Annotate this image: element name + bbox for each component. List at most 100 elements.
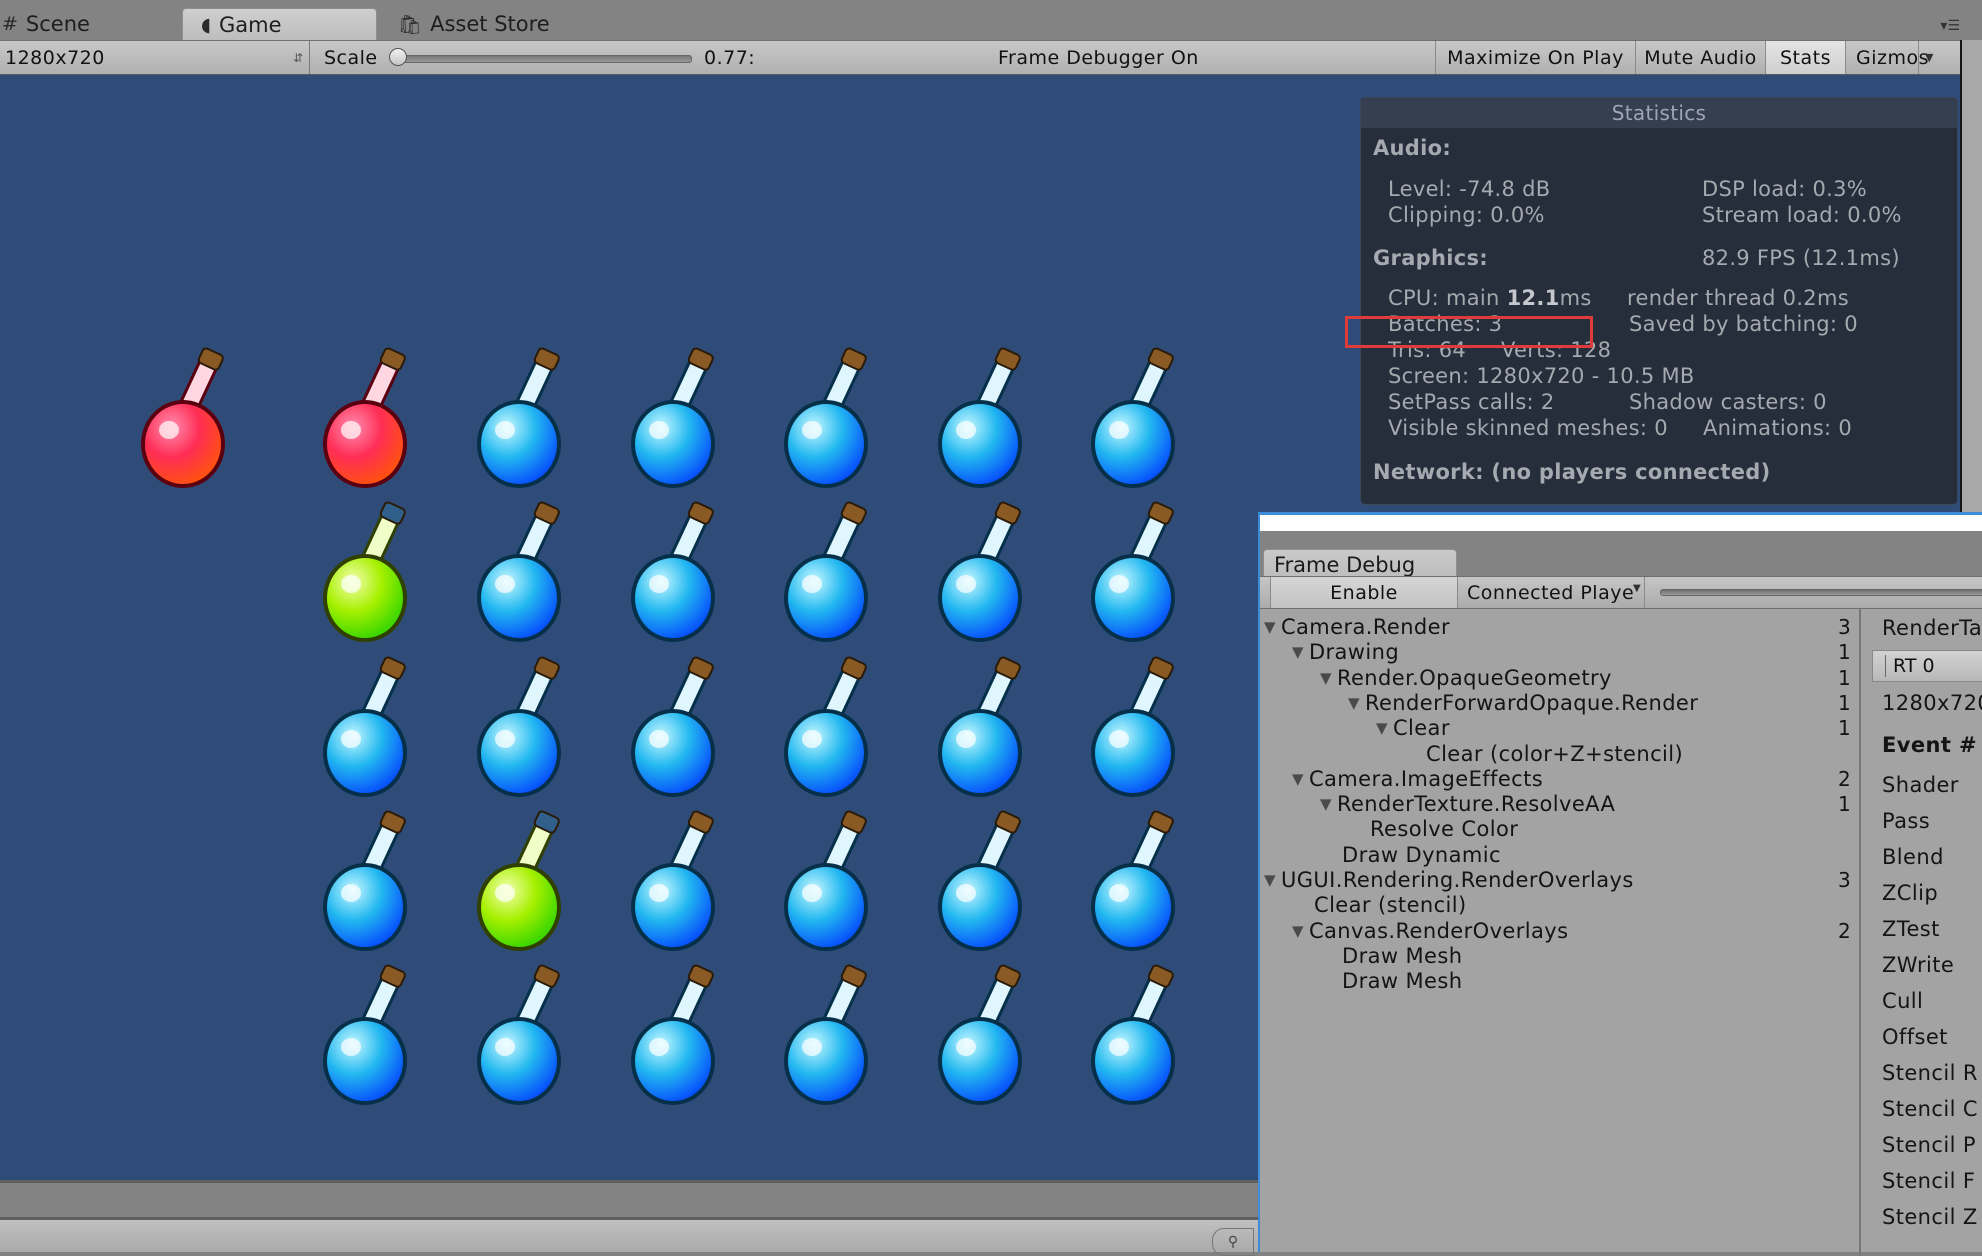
render-target-label: RenderTa xyxy=(1882,616,1982,640)
expand-triangle-icon[interactable]: ▼ xyxy=(1320,669,1332,687)
expand-triangle-icon[interactable]: ▼ xyxy=(1292,770,1304,788)
expand-triangle-icon[interactable]: ▼ xyxy=(1292,922,1304,940)
event-number: Event # xyxy=(1882,733,1977,757)
tree-item-label: Draw Mesh xyxy=(1342,969,1463,994)
tree-item-count: 3 xyxy=(1838,868,1851,892)
potion-blue[interactable] xyxy=(467,496,577,646)
stream-load: Stream load: 0.0% xyxy=(1702,203,1902,227)
potion-blue[interactable] xyxy=(1081,651,1191,801)
expand-triangle-icon[interactable]: ▼ xyxy=(1376,719,1388,737)
tree-item[interactable]: Draw Mesh xyxy=(1342,965,1462,997)
tab-asset-store-label: Asset Store xyxy=(430,12,550,36)
dsp-load: DSP load: 0.3% xyxy=(1702,177,1868,201)
potion-blue[interactable] xyxy=(774,651,884,801)
scrollbar[interactable] xyxy=(1960,40,1982,512)
potion-blue[interactable] xyxy=(774,959,884,1109)
potion-blue[interactable] xyxy=(1081,342,1191,492)
panel-menu-icon[interactable]: ▾☰ xyxy=(1940,18,1960,34)
shadow-casters: Shadow casters: 0 xyxy=(1629,390,1827,414)
potion-blue[interactable] xyxy=(1081,496,1191,646)
cpu-suffix: ms xyxy=(1559,286,1592,310)
property-label: Offset xyxy=(1882,1025,1948,1049)
cpu-main: CPU: main 12.1ms xyxy=(1388,286,1592,310)
expand-triangle-icon[interactable]: ▼ xyxy=(1264,618,1276,636)
stats-toggle[interactable]: Stats xyxy=(1765,41,1845,74)
gizmos-dropdown-arrow-icon[interactable]: ▼ xyxy=(1918,41,1940,74)
property-label: ZTest xyxy=(1882,917,1940,941)
scale-slider-thumb[interactable] xyxy=(389,48,407,66)
potion-blue[interactable] xyxy=(467,959,577,1109)
dropdown-arrow-icon: ▼ xyxy=(1633,583,1641,594)
expand-triangle-icon[interactable]: ▼ xyxy=(1264,871,1276,889)
potion-blue[interactable] xyxy=(774,496,884,646)
property-label: Stencil P xyxy=(1882,1133,1976,1157)
property-label: Pass xyxy=(1882,809,1931,833)
cpu-prefix: CPU: main xyxy=(1388,286,1507,310)
fps-readout: 82.9 FPS (12.1ms) xyxy=(1702,246,1900,270)
network-status: Network: (no players connected) xyxy=(1373,460,1771,484)
potion-blue[interactable] xyxy=(621,959,731,1109)
saved-by-batching: Saved by batching: 0 xyxy=(1629,312,1858,336)
editor-tab-bar: # Scene ◖ Game 🛍 Asset Store ▾☰ xyxy=(0,0,1982,40)
pacman-icon: ◖ xyxy=(201,13,212,36)
tab-asset-store[interactable]: 🛍 Asset Store xyxy=(398,8,628,40)
expand-triangle-icon[interactable]: ▼ xyxy=(1320,795,1332,813)
property-label: Cull xyxy=(1882,989,1924,1013)
potion-blue[interactable] xyxy=(928,651,1038,801)
potion-blue[interactable] xyxy=(467,342,577,492)
tab-game-label: Game xyxy=(219,12,282,37)
tab-scene[interactable]: # Scene xyxy=(0,8,162,40)
potion-red[interactable] xyxy=(131,342,241,492)
potion-blue[interactable] xyxy=(313,805,423,955)
potion-blue[interactable] xyxy=(928,805,1038,955)
resolution-dropdown[interactable]: 1280x720 xyxy=(5,41,105,74)
tree-item-count: 2 xyxy=(1838,918,1851,943)
statistics-panel: Statistics Audio: Level: -74.8 dB DSP lo… xyxy=(1360,97,1958,505)
potion-blue[interactable] xyxy=(621,342,731,492)
window-title-strip xyxy=(1260,515,1982,531)
expand-triangle-icon[interactable]: ▼ xyxy=(1292,643,1304,661)
potion-green[interactable] xyxy=(313,496,423,646)
scale-value: 0.77: xyxy=(704,46,756,69)
potion-blue[interactable] xyxy=(928,342,1038,492)
potion-blue[interactable] xyxy=(621,805,731,955)
frame-debug-window: Frame Debug Enable Connected Playe ▼ ▼ Ca… xyxy=(1258,512,1982,1255)
potion-blue[interactable] xyxy=(621,651,731,801)
property-label: Stencil F xyxy=(1882,1169,1976,1193)
tree-item-count: 1 xyxy=(1838,792,1851,817)
potion-blue[interactable] xyxy=(467,651,577,801)
rt-selector-button[interactable]: RT 0 xyxy=(1872,650,1982,682)
skinned-meshes: Visible skinned meshes: 0 xyxy=(1388,416,1668,440)
tab-frame-debug[interactable]: Frame Debug xyxy=(1263,549,1457,579)
cpu-main-value: 12.1 xyxy=(1506,286,1560,310)
potion-blue[interactable] xyxy=(928,496,1038,646)
batches-highlight-annotation xyxy=(1345,316,1593,348)
panel-splitter[interactable] xyxy=(1859,609,1861,1255)
potion-blue[interactable] xyxy=(621,496,731,646)
potion-blue[interactable] xyxy=(774,342,884,492)
event-slider[interactable] xyxy=(1660,589,1982,596)
potion-blue[interactable] xyxy=(928,959,1038,1109)
property-label: Stencil R xyxy=(1882,1061,1978,1085)
potion-blue[interactable] xyxy=(774,805,884,955)
scale-slider-track[interactable] xyxy=(398,55,692,63)
enable-button[interactable]: Enable xyxy=(1270,577,1458,608)
potion-blue[interactable] xyxy=(313,959,423,1109)
animations: Animations: 0 xyxy=(1703,416,1853,440)
potion-blue[interactable] xyxy=(313,651,423,801)
lower-panel-toolbar xyxy=(0,1220,1260,1252)
potion-blue[interactable] xyxy=(1081,959,1191,1109)
potion-green[interactable] xyxy=(467,805,577,955)
setpass-calls: SetPass calls: 2 xyxy=(1388,390,1555,414)
potion-red[interactable] xyxy=(313,342,423,492)
connected-player-dropdown[interactable]: Connected Playe xyxy=(1457,577,1645,608)
screen-info: Screen: 1280x720 - 10.5 MB xyxy=(1388,364,1695,388)
potion-blue[interactable] xyxy=(1081,805,1191,955)
tab-game[interactable]: ◖ Game xyxy=(182,8,377,40)
frame-debug-toolbar: Enable Connected Playe ▼ xyxy=(1260,576,1982,609)
audio-level: Level: -74.8 dB xyxy=(1388,177,1551,201)
tab-scene-label: Scene xyxy=(25,12,90,36)
expand-triangle-icon[interactable]: ▼ xyxy=(1348,694,1360,712)
mute-audio-toggle[interactable]: Mute Audio xyxy=(1635,41,1765,74)
maximize-on-play-toggle[interactable]: Maximize On Play xyxy=(1435,41,1635,74)
